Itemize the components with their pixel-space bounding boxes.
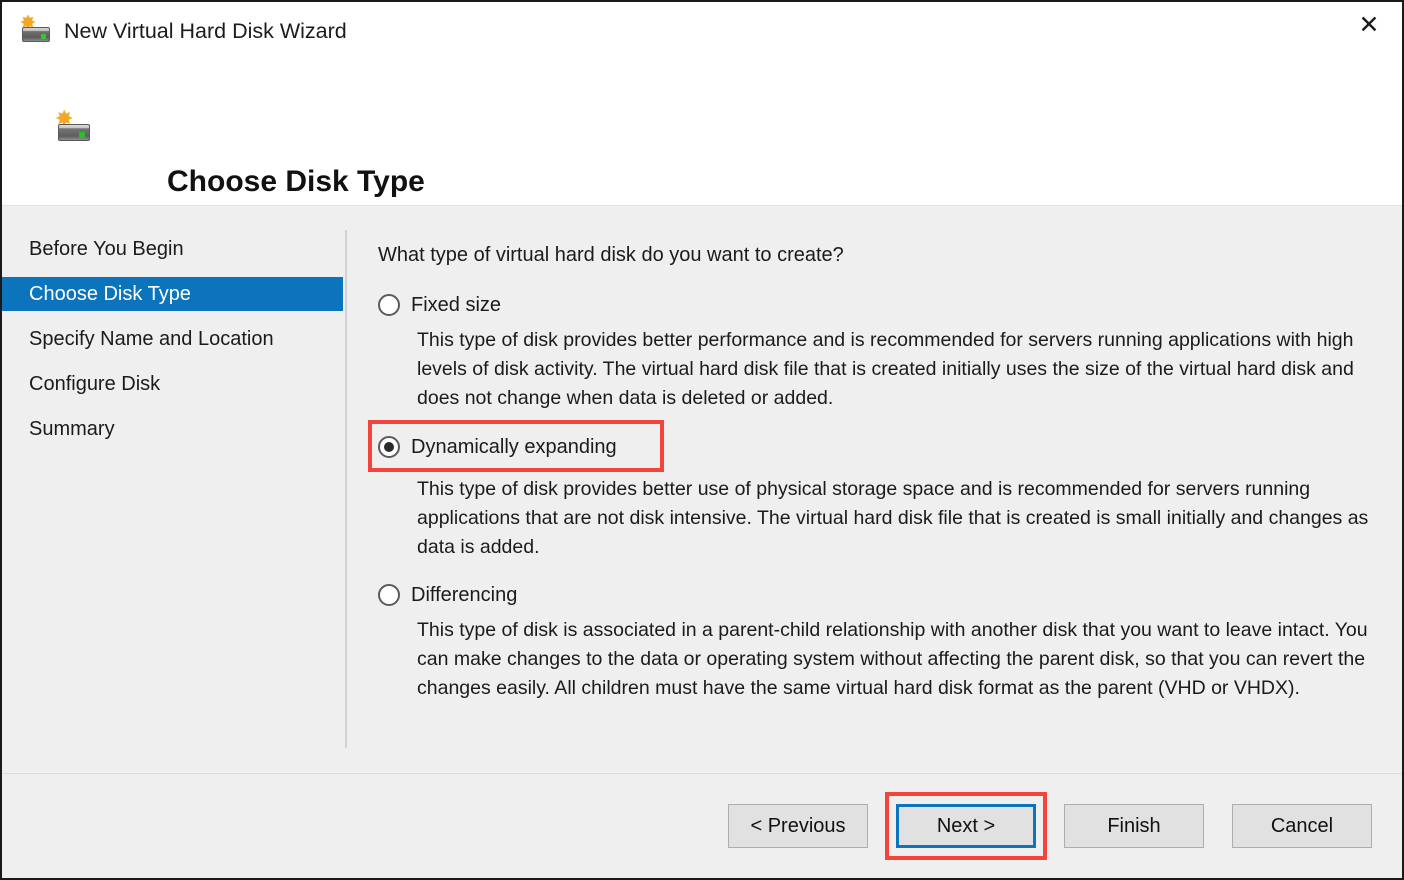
option-description-dynamically-expanding: This type of disk provides better use of… [417, 478, 1369, 558]
sidebar-item-specify-name-and-location[interactable]: Specify Name and Location [2, 322, 343, 356]
footer-bar: < Previous Next > Finish Cancel [2, 773, 1402, 878]
option-label-fixed-size: Fixed size [411, 293, 502, 316]
disk-body [58, 124, 90, 141]
previous-button[interactable]: < Previous [728, 804, 868, 848]
header-virtual-hard-disk-icon: ✸ [52, 108, 92, 146]
sidebar-item-label: Specify Name and Location [29, 327, 274, 350]
vertical-divider [345, 230, 347, 748]
option-description-differencing: This type of disk is associated in a par… [417, 619, 1368, 699]
sidebar-item-label: Choose Disk Type [29, 282, 191, 305]
virtual-hard-disk-icon: ✸ [18, 14, 52, 46]
disk-led [41, 34, 46, 39]
radio-row-fixed-size[interactable]: Fixed size [378, 290, 1388, 320]
content-panel: What type of virtual hard disk do you wa… [368, 207, 1388, 773]
body-area: Before You Begin Choose Disk Type Specif… [2, 207, 1402, 773]
radio-row-differencing[interactable]: Differencing [378, 580, 1388, 610]
title-bar: ✸ New Virtual Hard Disk Wizard ✕ [2, 2, 1402, 64]
cancel-button[interactable]: Cancel [1232, 804, 1372, 848]
sidebar-item-choose-disk-type[interactable]: Choose Disk Type [2, 277, 343, 311]
page-title: Choose Disk Type [167, 165, 425, 198]
sidebar-item-before-you-begin[interactable]: Before You Begin [2, 232, 343, 266]
window-title: New Virtual Hard Disk Wizard [64, 19, 347, 43]
sidebar-item-label: Summary [29, 417, 115, 440]
close-icon[interactable]: ✕ [1336, 2, 1402, 48]
finish-button[interactable]: Finish [1064, 804, 1204, 848]
option-description-fixed-size: This type of disk provides better perfor… [417, 329, 1354, 409]
sidebar-item-summary[interactable]: Summary [2, 412, 343, 446]
sidebar-item-label: Configure Disk [29, 372, 161, 395]
title-bar-left: ✸ New Virtual Hard Disk Wizard [2, 2, 347, 46]
sidebar-item-configure-disk[interactable]: Configure Disk [2, 367, 343, 401]
option-label-dynamically-expanding: Dynamically expanding [411, 435, 617, 458]
radio-fixed-size-icon[interactable] [378, 294, 400, 316]
radio-dynamically-expanding-icon[interactable] [378, 436, 400, 458]
option-differencing: Differencing This type of disk is associ… [378, 580, 1388, 703]
sidebar-item-label: Before You Begin [29, 237, 184, 260]
radio-differencing-icon[interactable] [378, 584, 400, 606]
next-button[interactable]: Next > [896, 804, 1036, 848]
option-fixed-size: Fixed size This type of disk provides be… [378, 290, 1388, 413]
option-label-differencing: Differencing [411, 583, 518, 606]
wizard-steps-sidebar: Before You Begin Choose Disk Type Specif… [2, 207, 343, 773]
disk-led [79, 132, 85, 138]
page-header: ✸ Choose Disk Type [2, 64, 1402, 206]
radio-row-dynamically-expanding[interactable]: Dynamically expanding [368, 420, 1388, 472]
next-button-wrapper: Next > [885, 792, 1047, 860]
wizard-button-row: < Previous Next > Finish Cancel [728, 792, 1372, 860]
wizard-window: ✸ New Virtual Hard Disk Wizard ✕ ✸ Choos… [0, 0, 1404, 880]
disk-type-question: What type of virtual hard disk do you wa… [378, 244, 844, 266]
option-dynamically-expanding: Dynamically expanding This type of disk … [368, 420, 1388, 562]
